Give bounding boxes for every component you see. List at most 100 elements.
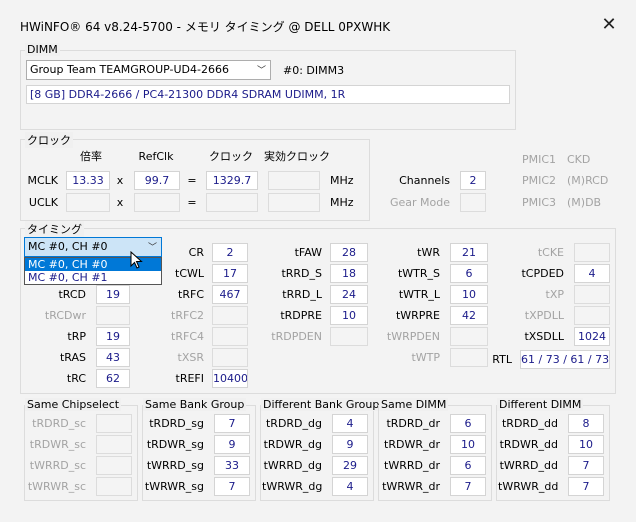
col2-trfc2-value: [212, 306, 248, 325]
twrwr-dr-value: 7: [450, 477, 486, 496]
dimm-slot-label: #0: DIMM3: [283, 64, 345, 77]
dimm-description: [8 GB] DDR4-2666 / PC4-21300 DDR4 SDRAM …: [26, 85, 510, 104]
trdwr-sg-label: tRDWR_sg: [146, 438, 204, 451]
trdrd-sg-label: tRDRD_sg: [149, 417, 204, 430]
chevron-down-icon: ﹀: [256, 66, 266, 76]
uclk-clock: [206, 193, 258, 212]
col2-cr-value: 2: [212, 243, 248, 262]
trdrd-sc-label: tRDRD_sc: [32, 417, 86, 430]
pmic3-value: (M)DB: [567, 196, 602, 209]
bottom-group-legend: Different DIMM: [497, 398, 584, 411]
mclk-equals: =: [187, 174, 197, 187]
trdrd-dd-label: tRDRD_dd: [501, 417, 558, 430]
col4-twrpre-label: tWRPRE: [395, 309, 440, 322]
channel-select-value: MC #0, CH #0: [28, 240, 108, 253]
twrwr-dd-value: 7: [568, 477, 604, 496]
twrrd-sg-value: 33: [214, 456, 250, 475]
uclk-times: x: [116, 196, 124, 209]
col3-trrd-l-label: tRRD_L: [282, 288, 322, 301]
bottom-group-legend: Same DIMM: [379, 398, 449, 411]
twrrd-dr-label: tWRRD_dr: [384, 459, 440, 472]
col4-twr-value: 21: [450, 243, 488, 262]
col4-twtr-l-label: tWTR_L: [398, 288, 440, 301]
col4-twtp-label: tWTP: [411, 351, 440, 364]
col1-trcd-label: tRCD: [58, 288, 86, 301]
refclk-header: RefClk: [138, 150, 174, 163]
dimm-module-select[interactable]: Group Team TEAMGROUP-UD4-2666 ﹀: [26, 60, 271, 80]
channels-value: 2: [460, 171, 486, 190]
channels-label: Channels: [399, 174, 450, 187]
twrwr-dr-label: tWRWR_dr: [382, 480, 440, 493]
col3-trrd-s-label: tRRD_S: [281, 267, 322, 280]
col1-trc-label: tRC: [66, 372, 86, 385]
col1-trp-value: 19: [96, 327, 130, 346]
pmic2-value: (M)RCD: [567, 174, 609, 187]
trdrd-dd-value: 8: [568, 414, 604, 433]
col1-tras-value: 43: [96, 348, 130, 367]
trdwr-dr-value: 10: [450, 435, 486, 454]
col5-tcpded-label: tCPDED: [521, 267, 564, 280]
trdwr-sc-value: [96, 435, 132, 454]
trdwr-dd-value: 10: [568, 435, 604, 454]
col1-trp-label: tRP: [67, 330, 86, 343]
window-title: HWiNFO® 64 v8.24-5700 - メモリ タイミング @ DELL…: [20, 20, 391, 34]
col5-tcke-value: [574, 243, 610, 262]
col1-trcd-value: 19: [96, 285, 130, 304]
mclk-label: MCLK: [27, 174, 58, 187]
twrrd-dr-value: 6: [450, 456, 486, 475]
col1-trcdwr-label: tRCDwr: [44, 309, 86, 322]
col5-txpdll-value: [574, 306, 610, 325]
col3-trrd-s-value: 18: [330, 264, 368, 283]
col3-trdpre-value: 10: [330, 306, 368, 325]
col3-tfaw-label: tFAW: [294, 246, 322, 259]
dimm-legend: DIMM: [25, 43, 60, 56]
bottom-group-legend: Same Bank Group: [143, 398, 247, 411]
col2-trfc4-value: [212, 327, 248, 346]
mouse-cursor-icon: [130, 251, 143, 269]
col2-tcwl-value: 17: [212, 264, 248, 283]
col5-txp-label: tXP: [545, 288, 564, 301]
twrrd-dd-label: tWRRD_dd: [499, 459, 558, 472]
col3-trdpden-label: tRDPDEN: [271, 330, 322, 343]
trdrd-dr-value: 6: [450, 414, 486, 433]
col5-txsdll-label: tXSDLL: [524, 330, 564, 343]
chevron-down-icon: ﹀: [147, 243, 157, 253]
uclk-ratio: [66, 193, 110, 212]
col2-trfc-label: tRFC: [178, 288, 204, 301]
uclk-effective: [268, 193, 320, 212]
col2-trefi-label: tREFI: [175, 372, 204, 385]
col5-txpdll-label: tXPDLL: [524, 309, 564, 322]
trdwr-sg-value: 9: [214, 435, 250, 454]
channel-option[interactable]: MC #0, CH #1: [25, 271, 161, 284]
col4-twtr-s-value: 6: [450, 264, 488, 283]
dimm-module-value: Group Team TEAMGROUP-UD4-2666: [30, 63, 229, 76]
timing-legend: タイミング: [25, 221, 84, 237]
col1-tras-label: tRAS: [59, 351, 86, 364]
twrrd-dg-label: tWRRD_dg: [263, 459, 322, 472]
trdrd-dg-value: 4: [332, 414, 368, 433]
twrwr-dd-label: tWRWR_dd: [498, 480, 559, 493]
trdwr-sc-label: tRDWR_sc: [29, 438, 86, 451]
close-icon[interactable]: ✕: [596, 12, 622, 38]
bottom-group-legend: Different Bank Group: [261, 398, 382, 411]
trdrd-dr-label: tRDRD_dr: [386, 417, 440, 430]
col5-tcke-label: tCKE: [537, 246, 564, 259]
twrwr-dg-label: tWRWR_dg: [262, 480, 323, 493]
col4-twrpre-value: 42: [450, 306, 488, 325]
twrrd-sg-label: tWRRD_sg: [146, 459, 204, 472]
trdwr-dr-label: tRDWR_dr: [384, 438, 440, 451]
mclk-refclk: 99.7: [134, 171, 180, 190]
twrwr-dg-value: 4: [332, 477, 368, 496]
col4-twrpden-label: tWRPDEN: [386, 330, 440, 343]
col2-trefi-value: 10400: [212, 369, 248, 388]
col2-txsr-label: tXSR: [177, 351, 204, 364]
mclk-unit: MHz: [330, 174, 354, 187]
rtl-value: 61 / 73 / 61 / 73: [520, 350, 610, 369]
twrwr-sg-label: tWRWR_sg: [144, 480, 204, 493]
twrrd-sc-value: [96, 456, 132, 475]
pmic2-name: PMIC2: [522, 174, 557, 187]
pmic3-name: PMIC3: [522, 196, 557, 209]
col5-tcpded-value: 4: [574, 264, 610, 283]
trdwr-dg-value: 9: [332, 435, 368, 454]
col3-tfaw-value: 28: [330, 243, 368, 262]
